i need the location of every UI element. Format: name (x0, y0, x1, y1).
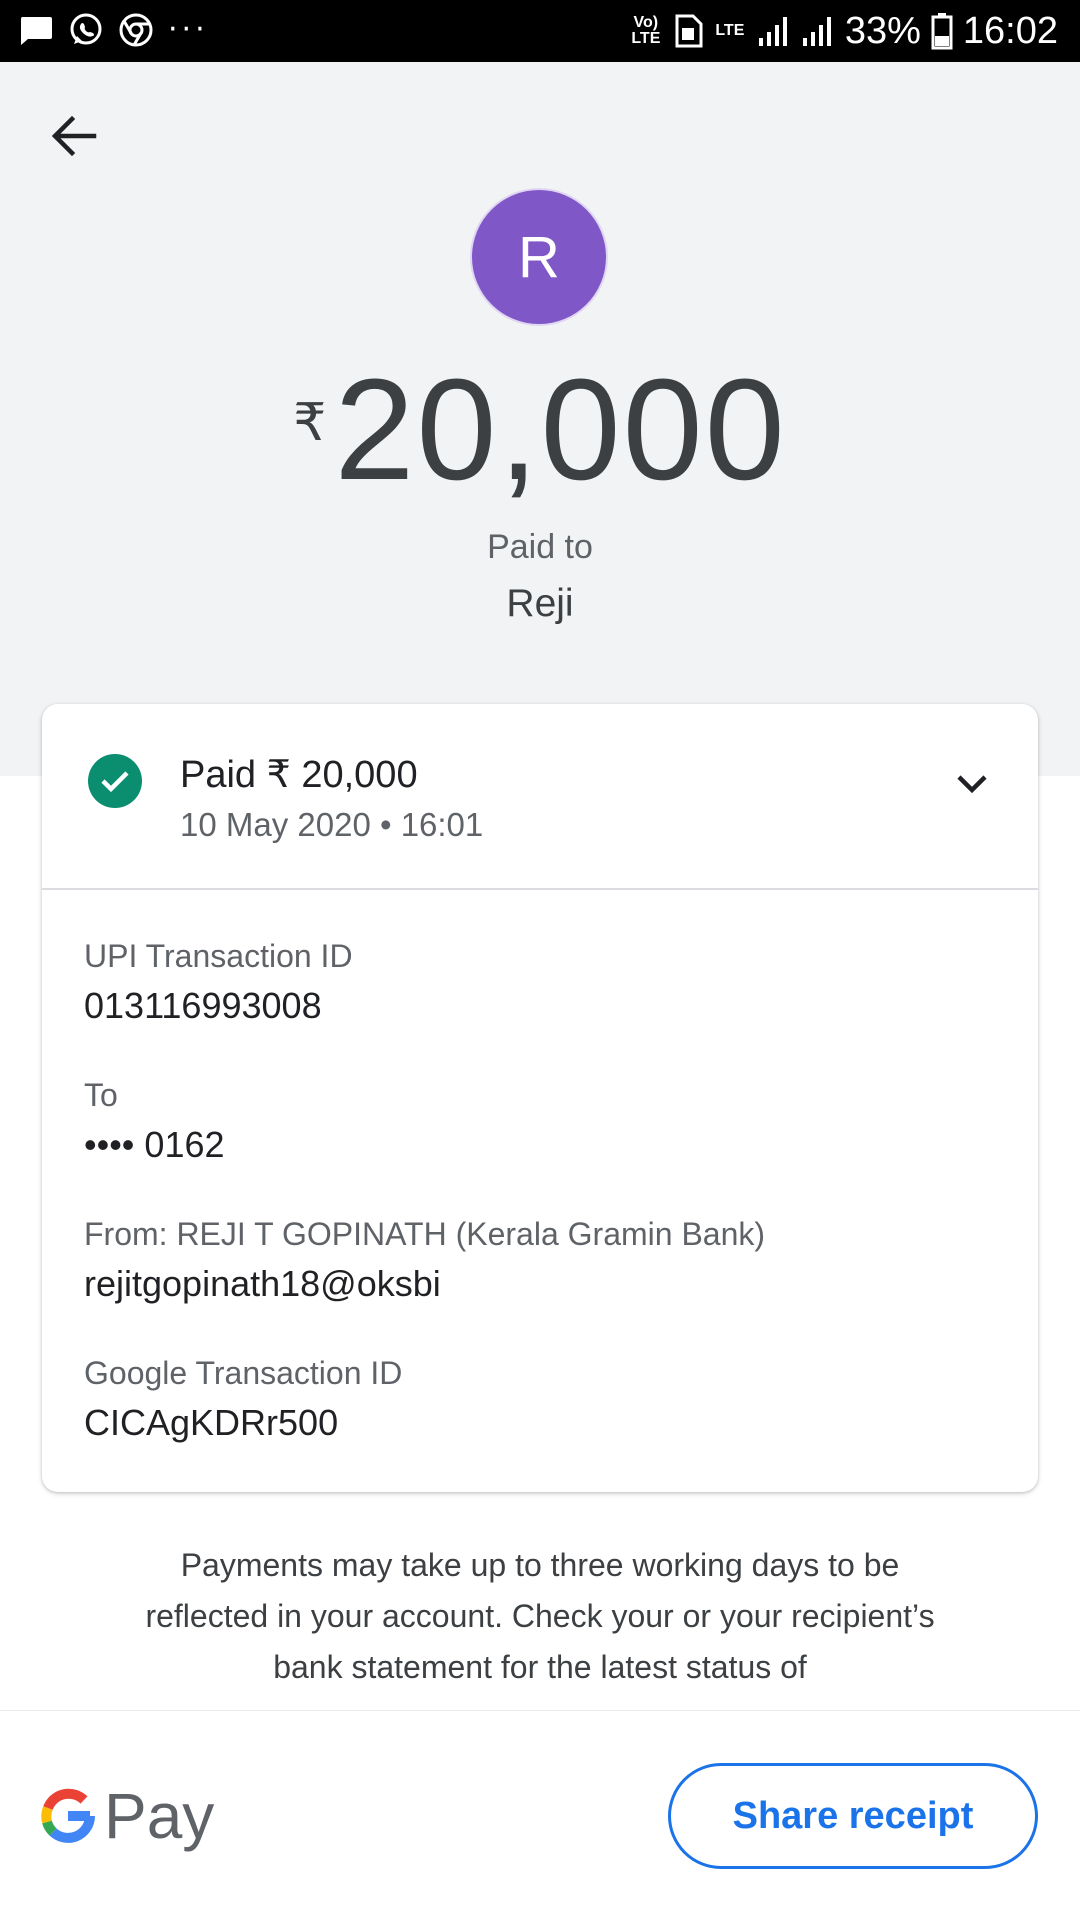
payee-name: Reji (506, 582, 574, 625)
volte-indicator: Vo) LTE (631, 14, 661, 47)
payment-amount: ₹20,000 (0, 355, 1080, 505)
battery-percent: 33% (844, 10, 921, 52)
notification-icons: ··· (18, 12, 209, 48)
detail-label: From: REJI T GOPINATH (Kerala Gramin Ban… (84, 1216, 766, 1252)
bottom-bar: Pay Share receipt (0, 1710, 1080, 1920)
google-g-icon (41, 1788, 95, 1843)
detail-label: To (84, 1077, 118, 1113)
detail-value: CICAgKDRr500 (84, 1402, 339, 1443)
detail-label: Google Transaction ID (84, 1355, 403, 1391)
status-date: 10 May 2020 • 16:01 (180, 806, 484, 843)
detail-value: 013116993008 (84, 985, 322, 1026)
google-transaction-id: Google Transaction ID CICAgKDRr500 (84, 1353, 402, 1447)
payment-status-row[interactable]: Paid ₹ 20,000 10 May 2020 • 16:01 (42, 704, 1038, 890)
chrome-icon (119, 13, 153, 47)
clock: 16:02 (962, 10, 1058, 52)
detail-value: •••• 0162 (84, 1124, 225, 1165)
pay-wordmark: Pay (104, 1780, 215, 1852)
more-notifications-icon: ··· (168, 12, 209, 47)
success-check-icon (88, 754, 142, 808)
share-receipt-button[interactable]: Share receipt (668, 1763, 1038, 1869)
avatar: R (472, 190, 606, 324)
arrow-back-icon (51, 115, 97, 157)
signal-icon (758, 17, 787, 46)
to-account: To •••• 0162 (84, 1075, 225, 1169)
battery-icon (931, 13, 953, 50)
whatsapp-icon (70, 13, 102, 45)
chevron-down-icon[interactable] (954, 766, 990, 802)
currency-symbol: ₹ (293, 394, 327, 452)
message-icon (20, 17, 52, 45)
system-indicators: Vo) LTE LTE 33% 16:02 (629, 8, 1058, 54)
detail-label: UPI Transaction ID (84, 938, 353, 974)
sim-icon (675, 14, 703, 48)
back-button[interactable] (40, 108, 108, 164)
transaction-card: Paid ₹ 20,000 10 May 2020 • 16:01 UPI Tr… (42, 704, 1038, 1492)
paid-to-label: Paid to (487, 528, 593, 566)
processing-notice: Payments may take up to three working da… (145, 1547, 935, 1685)
lte-indicator: LTE (715, 22, 745, 39)
amount-value: 20,000 (334, 349, 787, 510)
detail-value: rejitgopinath18@oksbi (84, 1263, 441, 1304)
status-bar: ··· Vo) LTE LTE 33% 16:02 (0, 0, 1080, 62)
status-title: Paid ₹ 20,000 (180, 754, 418, 796)
from-account: From: REJI T GOPINATH (Kerala Gramin Ban… (84, 1214, 765, 1308)
signal-icon-2 (802, 17, 831, 46)
upi-transaction-id: UPI Transaction ID 013116993008 (84, 936, 353, 1030)
gpay-logo: Pay (40, 1781, 214, 1851)
